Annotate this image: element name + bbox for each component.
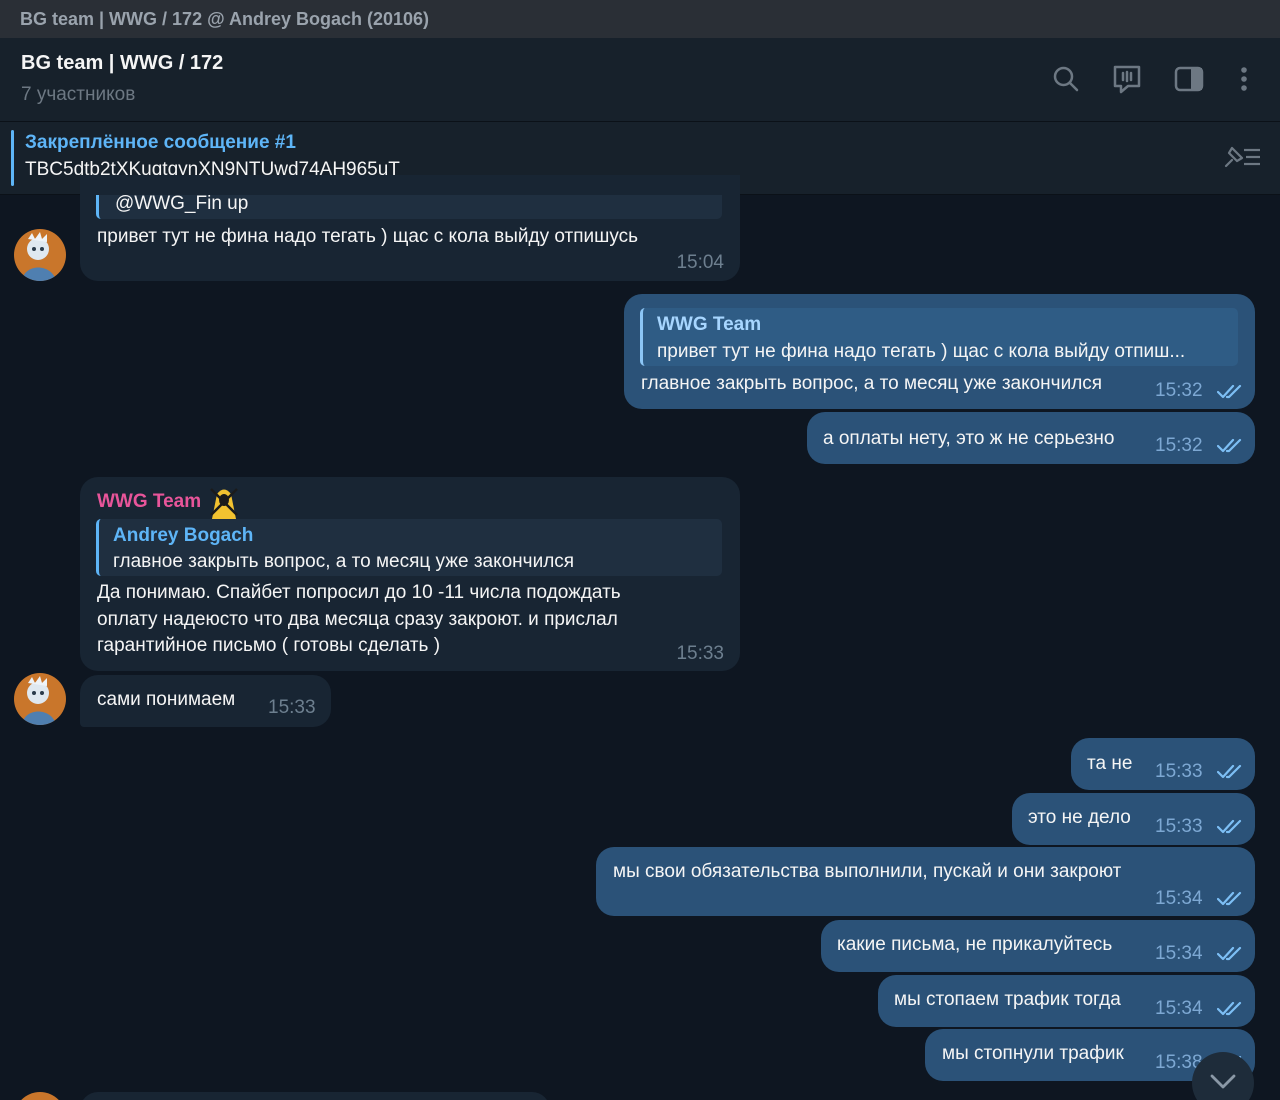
message-outgoing[interactable]: WWG Team привет тут не фина надо тегать … — [624, 294, 1255, 409]
message-text-line: оплату надеюсто что два месяца сразу зак… — [97, 609, 618, 630]
read-checks-icon — [1216, 762, 1245, 789]
message-time: 15:33 — [1155, 761, 1203, 782]
message-time: 15:33 — [268, 697, 316, 718]
message-outgoing[interactable]: это не дело 15:33 — [1012, 793, 1255, 845]
message-incoming[interactable]: @WWG_Fin up привет тут не фина надо тега… — [80, 175, 740, 281]
message-outgoing[interactable]: мы свои обязательства выполнили, пускай … — [596, 847, 1255, 916]
message-time: 15:04 — [676, 252, 724, 273]
message-time: 15:33 — [676, 643, 724, 664]
reply-text: главное закрыть вопрос, а то месяц уже з… — [113, 551, 575, 572]
reply-text: привет тут не фина надо тегать ) щас с к… — [657, 341, 1186, 362]
message-text: та не — [1087, 753, 1133, 774]
reply-quote[interactable]: @WWG_Fin up — [96, 193, 722, 219]
message-outgoing[interactable]: та не 15:33 — [1071, 738, 1255, 790]
sidebar-toggle-icon[interactable] — [1172, 62, 1206, 96]
message-text: какие письма, не прикалуйтесь — [837, 934, 1113, 955]
avatar[interactable] — [14, 673, 66, 725]
window-title: BG team | WWG / 172 @ Andrey Bogach (201… — [0, 0, 1280, 38]
message-outgoing[interactable]: мы стопаем трафик тогда 15:34 — [878, 975, 1255, 1027]
read-checks-icon — [1216, 817, 1245, 844]
avatar[interactable] — [14, 229, 66, 281]
message-text: а оплаты нету, это ж не серьезно — [823, 428, 1115, 449]
message-outgoing[interactable]: а оплаты нету, это ж не серьезно 15:32 — [807, 412, 1255, 464]
message-text: привет тут не фина надо тегать ) щас с к… — [97, 226, 639, 247]
live-stream-icon[interactable] — [1110, 62, 1144, 96]
message-text: мы свои обязательства выполнили, пускай … — [613, 861, 1122, 882]
reply-name: WWG Team — [657, 314, 762, 335]
read-checks-icon — [1216, 889, 1245, 916]
chat-header: BG team | WWG / 172 7 участников — [0, 38, 1280, 122]
pinned-title: Закреплённое сообщение #1 — [25, 132, 296, 153]
message-time: 15:34 — [1155, 888, 1203, 909]
message-incoming[interactable]: WWG Team Andrey Bogach главное закрыть в… — [80, 477, 740, 671]
message-text: это не дело — [1028, 807, 1131, 828]
reply-name: Andrey Bogach — [113, 525, 254, 546]
message-text: мы стопнули трафик — [942, 1043, 1124, 1064]
message-incoming[interactable] — [80, 1092, 550, 1100]
read-checks-icon — [1216, 944, 1245, 971]
reply-quote[interactable]: Andrey Bogach главное закрыть вопрос, а … — [96, 519, 722, 576]
message-text: мы стопаем трафик тогда — [894, 989, 1121, 1010]
message-text: сами понимаем — [97, 689, 236, 710]
message-outgoing[interactable]: какие письма, не прикалуйтесь 15:34 — [821, 920, 1255, 972]
message-text-line: гарантийное письмо ( готовы сделать ) — [97, 635, 441, 656]
reply-quote[interactable]: WWG Team привет тут не фина надо тегать … — [640, 308, 1238, 366]
message-time: 15:33 — [1155, 816, 1203, 837]
reply-text: @WWG_Fin up — [115, 193, 249, 214]
member-count[interactable]: 7 участников — [21, 84, 135, 106]
message-time: 15:32 — [1155, 380, 1203, 401]
message-text-line: Да понимаю. Спайбет попросил до 10 -11 ч… — [97, 582, 621, 603]
read-checks-icon — [1216, 382, 1245, 409]
chevron-down-icon — [1210, 1074, 1236, 1095]
message-time: 15:34 — [1155, 943, 1203, 964]
read-checks-icon — [1216, 436, 1245, 463]
search-icon[interactable] — [1049, 62, 1083, 96]
pinned-indicator — [11, 130, 14, 186]
sender-name[interactable]: WWG Team — [97, 489, 201, 516]
message-time: 15:34 — [1155, 998, 1203, 1019]
read-checks-icon — [1216, 999, 1245, 1026]
message-text: главное закрыть вопрос, а то месяц уже з… — [641, 373, 1103, 394]
avatar[interactable] — [14, 1092, 66, 1100]
message-incoming[interactable]: сами понимаем 15:33 — [80, 675, 331, 727]
chat-title[interactable]: BG team | WWG / 172 — [21, 52, 223, 75]
pin-list-icon[interactable] — [1220, 144, 1262, 175]
message-time: 15:32 — [1155, 435, 1203, 456]
more-icon[interactable] — [1227, 62, 1261, 96]
